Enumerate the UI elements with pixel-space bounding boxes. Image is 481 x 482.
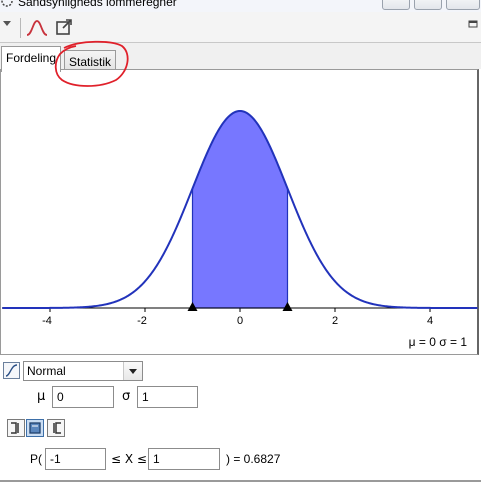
undock-icon[interactable] [468, 20, 478, 28]
upper-bound-input[interactable] [148, 448, 220, 470]
right-sided-button[interactable] [47, 419, 65, 437]
inequality-label: ≤ X ≤ [111, 452, 147, 466]
x-tick-label: 2 [332, 315, 338, 327]
distribution-dropdown[interactable]: Normal [23, 361, 143, 381]
annotation-circle [54, 40, 129, 87]
export-icon[interactable] [55, 18, 73, 36]
params-readout: μ = 0 σ = 1 [408, 335, 467, 349]
x-tick-label: 4 [427, 315, 433, 327]
app-icon [1, 0, 13, 7]
dropdown-arrow-button[interactable] [123, 362, 142, 380]
mu-input[interactable] [52, 386, 114, 408]
x-tick-label: -4 [42, 315, 52, 327]
sigma-label: σ [122, 389, 131, 404]
shaded-probability-area [191, 110, 289, 309]
distribution-selected-value: Normal [27, 364, 66, 378]
window-title: Sandsynligheds lommeregner [18, 0, 177, 9]
interval-bracket-icon [29, 422, 41, 434]
triangle-down-icon[interactable] [2, 20, 12, 28]
probability-result: ) = 0.6827 [226, 452, 281, 466]
chevron-down-icon [129, 369, 137, 374]
distribution-curve-button[interactable] [3, 362, 20, 379]
normal-distribution-chart: -4 -2 0 2 4 [2, 109, 478, 327]
title-bar: Sandsynligheds lommeregner [0, 0, 481, 12]
toolbar-divider [20, 18, 21, 38]
x-tick-label: 0 [237, 315, 243, 327]
left-sided-button[interactable] [7, 419, 25, 437]
interval-button[interactable] [26, 419, 44, 437]
close-button[interactable] [446, 0, 480, 10]
cumulative-curve-icon [5, 364, 18, 377]
right-bracket-icon [53, 422, 61, 434]
minimize-button[interactable] [382, 0, 410, 10]
mu-label: μ [37, 389, 46, 404]
maximize-button[interactable] [414, 0, 442, 10]
distribution-curve-icon[interactable] [24, 18, 50, 38]
left-bracket-icon [11, 422, 19, 434]
lower-bound-input[interactable] [45, 448, 106, 470]
sigma-input[interactable] [137, 386, 198, 408]
x-tick-label: -2 [137, 315, 147, 327]
probability-prefix: P( [30, 452, 42, 466]
